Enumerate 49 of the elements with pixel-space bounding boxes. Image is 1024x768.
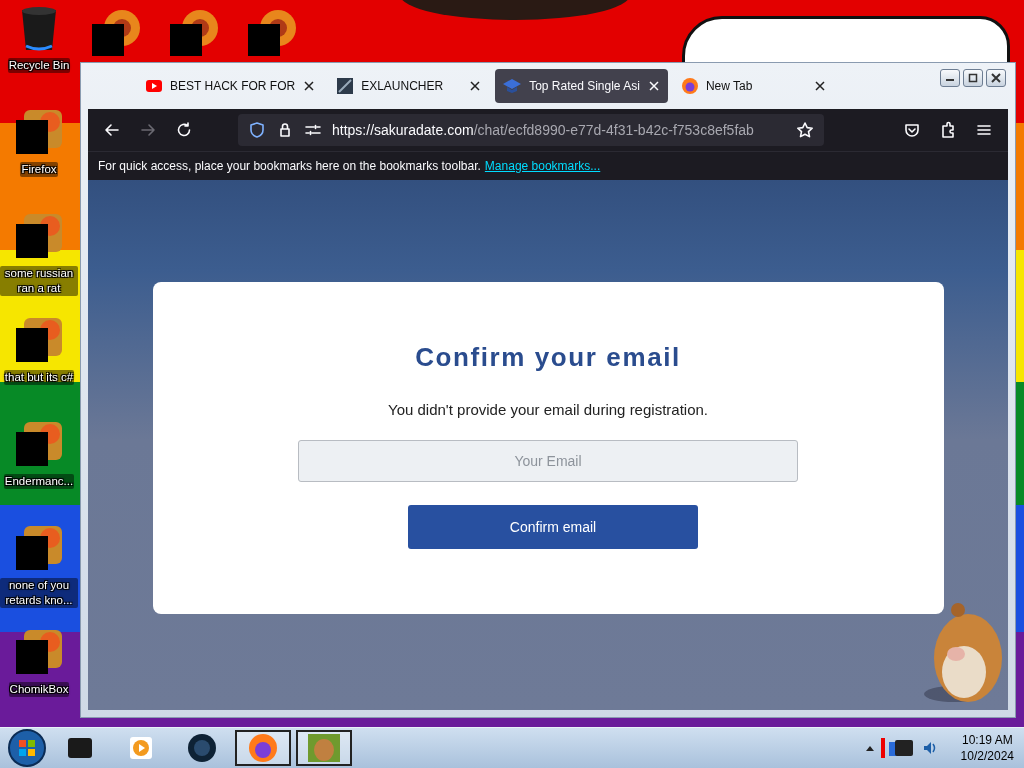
close-button[interactable] (986, 69, 1006, 87)
browser-tab[interactable]: EXLAUNCHER (329, 69, 490, 103)
desktop-icon-label[interactable]: ChomikBox (8, 682, 70, 697)
maximize-button[interactable] (963, 69, 983, 87)
browser-tab[interactable]: Top Rated Single Asi (495, 69, 668, 103)
close-icon[interactable] (469, 80, 482, 92)
maximize-icon (968, 73, 978, 83)
video-play-icon (146, 80, 162, 92)
close-icon (991, 73, 1001, 83)
desktop-icon-label[interactable]: Recycle Bin (7, 58, 71, 73)
close-icon[interactable] (813, 80, 826, 92)
star-icon[interactable] (796, 121, 814, 139)
manage-bookmarks-link[interactable]: Manage bookmarks... (484, 159, 601, 173)
hamster-app-icon (307, 733, 341, 763)
hamster-app-taskbar-button[interactable] (296, 730, 352, 766)
close-icon[interactable] (647, 80, 660, 92)
reload-icon[interactable] (175, 121, 193, 139)
desktop-icon-label[interactable]: some russian ran a rat (0, 266, 78, 296)
dialog-message: You didn't provide your email during registration. (388, 401, 708, 418)
browser-tab[interactable]: New Tab (673, 69, 834, 103)
confirm-email-button[interactable]: Confirm email (408, 505, 698, 549)
back-arrow-icon[interactable] (103, 121, 121, 139)
desktop-icon-label[interactable]: that but its c# (3, 370, 75, 385)
desktop-icon-label[interactable]: none of you retards kno... (0, 578, 78, 608)
minimize-button[interactable] (940, 69, 960, 87)
image-icon (337, 78, 354, 94)
dialog-title: Confirm your email (415, 342, 681, 373)
shield-icon[interactable] (248, 121, 266, 139)
bookmarks-hint: For quick access, place your bookmarks here on the bookmarks toolbar. (98, 159, 481, 173)
extensions-icon[interactable] (939, 121, 957, 139)
app-window-icon (65, 735, 95, 761)
clock-time: 10:19 AM (961, 732, 1013, 748)
network-tray-icon[interactable] (880, 736, 915, 760)
firefox-taskbar-button[interactable] (235, 730, 291, 766)
browser-tab[interactable]: BEST HACK FOR FOR (138, 69, 324, 103)
play-icon (128, 735, 154, 761)
clock[interactable]: 10:19 AM 10/2/2024 (960, 732, 1014, 764)
address-bar[interactable]: https://sakuradate.com/chat/ecfd8990-e77d-4f31-b42c-f753c8ef5fab (238, 114, 824, 146)
clock-date: 10/2/2024 (960, 748, 1014, 764)
firefox-icon (681, 78, 698, 94)
email-input-field[interactable]: Your Email (298, 440, 798, 482)
globe-icon (187, 733, 217, 763)
desktop-icon-label[interactable]: Firefox (20, 162, 58, 177)
firefox-icon (248, 733, 278, 763)
start-button[interactable] (7, 728, 47, 768)
graduation-cap-icon (503, 79, 522, 93)
close-icon[interactable] (303, 80, 316, 92)
pocket-icon[interactable] (903, 121, 921, 139)
desktop-icon-label[interactable]: Endermanc... (3, 474, 75, 489)
